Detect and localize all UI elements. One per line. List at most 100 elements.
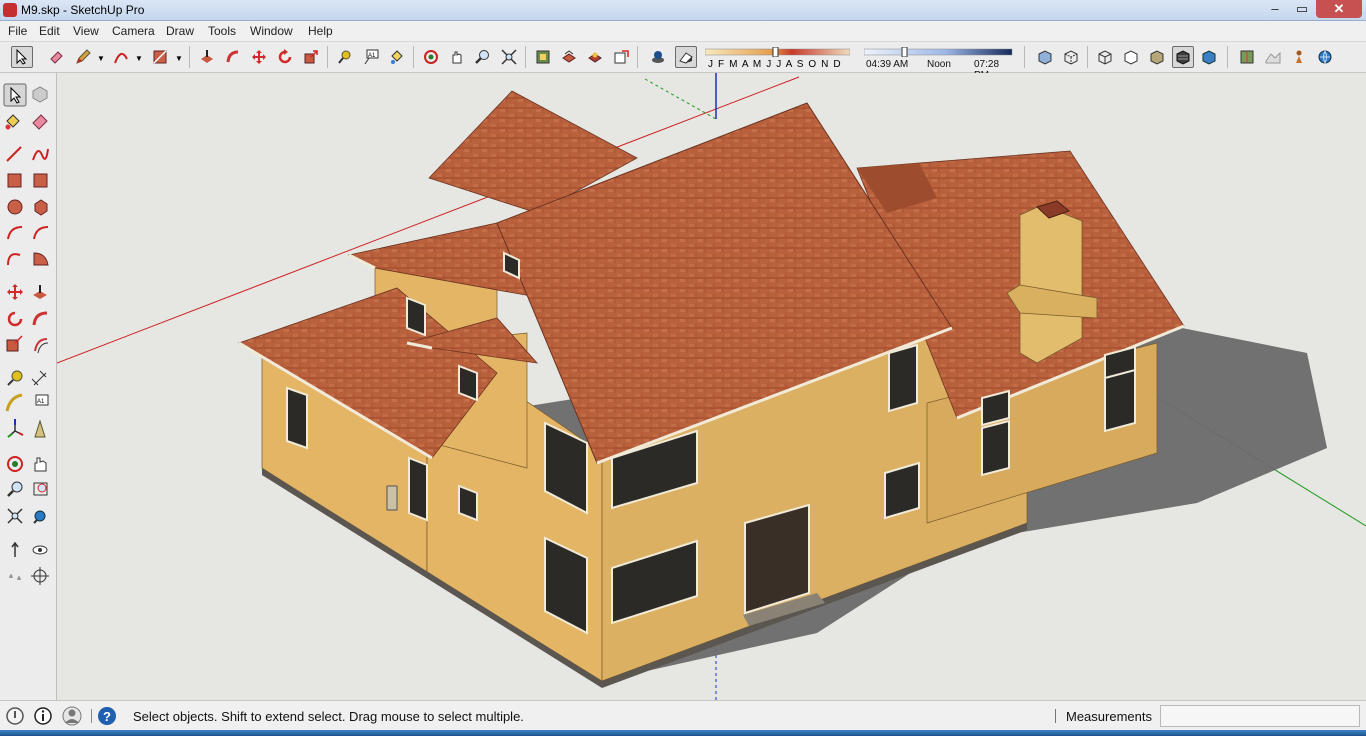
section-plane-tool[interactable]	[31, 567, 49, 585]
move-button[interactable]	[248, 46, 270, 68]
wireframe-style-button[interactable]	[1094, 46, 1116, 68]
eraser-tool[interactable]	[32, 114, 48, 130]
menu-edit[interactable]: Edit	[39, 24, 60, 38]
pan-button[interactable]	[446, 46, 468, 68]
text-tool[interactable]: A1	[35, 394, 49, 406]
pencil-dropdown-arrow[interactable]: ▼	[97, 54, 105, 63]
push-pull-tool[interactable]	[33, 285, 47, 299]
dimension-tool[interactable]	[31, 370, 47, 386]
scale-button[interactable]	[300, 46, 322, 68]
orbit-button[interactable]	[420, 46, 442, 68]
walk-tool[interactable]	[9, 574, 21, 580]
arc-tool[interactable]	[7, 226, 23, 240]
text-button[interactable]: A1	[360, 46, 382, 68]
shape-dropdown-arrow[interactable]: ▼	[175, 54, 183, 63]
pan-tool[interactable]	[34, 457, 47, 472]
close-window-button[interactable]: ✕	[1316, 0, 1362, 18]
monochrome-style-button[interactable]	[1198, 46, 1220, 68]
zoom-extents-tool[interactable]	[7, 508, 23, 524]
3d-text-tool[interactable]	[34, 419, 46, 438]
arc-dropdown-arrow[interactable]: ▼	[135, 54, 143, 63]
look-around-tool[interactable]	[32, 545, 48, 555]
paint-bucket-tool[interactable]	[5, 114, 20, 130]
maximize-button[interactable]: ▭	[1289, 0, 1315, 18]
shadow-settings-button[interactable]	[647, 46, 669, 68]
follow-me-button[interactable]	[222, 46, 244, 68]
three-point-arc-tool[interactable]	[7, 253, 21, 266]
select-arrow-icon	[16, 49, 28, 65]
two-point-arc-tool[interactable]	[33, 226, 49, 240]
modeling-viewport[interactable]	[57, 73, 1366, 700]
move-tool[interactable]	[7, 284, 23, 300]
scale-tool[interactable]	[6, 335, 23, 352]
shadow-time-slider[interactable]: 04:39 AM Noon 07:28 PM	[863, 46, 1014, 81]
follow-me-tool[interactable]	[32, 311, 48, 326]
send-to-layout-icon	[614, 50, 629, 64]
xray-style-button[interactable]	[1034, 46, 1056, 68]
get-models-button[interactable]	[584, 46, 606, 68]
menu-help[interactable]: Help	[308, 24, 333, 38]
rotated-rectangle-tool[interactable]	[33, 173, 48, 188]
status-bar: ? Select objects. Shift to extend select…	[0, 700, 1366, 730]
photo-textures-button[interactable]	[1288, 46, 1310, 68]
tape-measure-icon	[338, 50, 351, 64]
position-camera-tool[interactable]	[11, 541, 19, 557]
preview-google-earth-button[interactable]	[1314, 46, 1336, 68]
credits-info-icon[interactable]	[32, 705, 54, 727]
shadow-date-slider[interactable]: J F M A M J J A S O N D	[704, 46, 851, 71]
help-icon[interactable]: ?	[96, 705, 118, 727]
zoom-extents-button[interactable]	[498, 46, 520, 68]
pie-tool[interactable]	[33, 252, 49, 266]
rotate-button[interactable]	[274, 46, 296, 68]
geo-location-icon[interactable]	[4, 705, 26, 727]
tape-measure-tool[interactable]	[7, 370, 23, 386]
freehand-tool[interactable]	[32, 148, 49, 161]
menu-draw[interactable]: Draw	[166, 24, 194, 38]
tape-measure-button[interactable]	[334, 46, 356, 68]
orbit-tool[interactable]	[7, 456, 23, 472]
line-tool[interactable]	[6, 146, 22, 162]
measurements-input[interactable]	[1160, 705, 1360, 727]
shaded-textures-style-button[interactable]	[1172, 46, 1194, 68]
previous-view-tool[interactable]	[33, 510, 46, 524]
rectangle-tool[interactable]	[7, 173, 22, 188]
menu-window[interactable]: Window	[250, 24, 293, 38]
display-shadows-toggle[interactable]	[675, 46, 697, 68]
paint-bucket-button[interactable]	[386, 46, 408, 68]
make-component-tool[interactable]	[32, 86, 48, 103]
toolbar-separator	[525, 46, 526, 68]
select-tool-button[interactable]	[11, 46, 33, 68]
shadow-toggle-icon	[679, 52, 693, 64]
google-earth-button[interactable]	[1236, 46, 1258, 68]
back-edges-style-button[interactable]	[1060, 46, 1082, 68]
menu-view[interactable]: View	[73, 24, 99, 38]
minimize-button[interactable]: –	[1262, 0, 1288, 18]
textured-cube-icon	[1176, 50, 1190, 65]
paint-bucket-icon	[391, 50, 403, 64]
polygon-tool[interactable]	[34, 199, 48, 216]
sign-in-user-icon[interactable]	[61, 705, 83, 727]
arc-button[interactable]	[110, 46, 132, 68]
hidden-line-style-button[interactable]	[1120, 46, 1142, 68]
warehouse-button[interactable]	[532, 46, 554, 68]
zoom-button[interactable]	[472, 46, 494, 68]
protractor-tool[interactable]	[5, 393, 23, 412]
menu-tools[interactable]: Tools	[208, 24, 236, 38]
push-pull-button[interactable]	[196, 46, 218, 68]
circle-tool[interactable]	[7, 199, 23, 215]
rectangle-button[interactable]	[149, 46, 171, 68]
share-model-button[interactable]	[558, 46, 580, 68]
zoom-window-tool[interactable]	[33, 482, 48, 496]
zoom-tool[interactable]	[7, 481, 23, 497]
shaded-style-button[interactable]	[1146, 46, 1168, 68]
axes-tool[interactable]	[7, 419, 24, 438]
toggle-terrain-button[interactable]	[1262, 46, 1284, 68]
menu-camera[interactable]: Camera	[112, 24, 155, 38]
rotate-tool[interactable]	[7, 311, 23, 327]
offset-tool[interactable]	[34, 338, 49, 354]
send-to-layout-button[interactable]	[610, 46, 632, 68]
pencil-button[interactable]	[72, 46, 94, 68]
menu-file[interactable]: File	[8, 24, 27, 38]
eraser-button[interactable]	[45, 46, 67, 68]
select-tool[interactable]	[3, 83, 27, 107]
